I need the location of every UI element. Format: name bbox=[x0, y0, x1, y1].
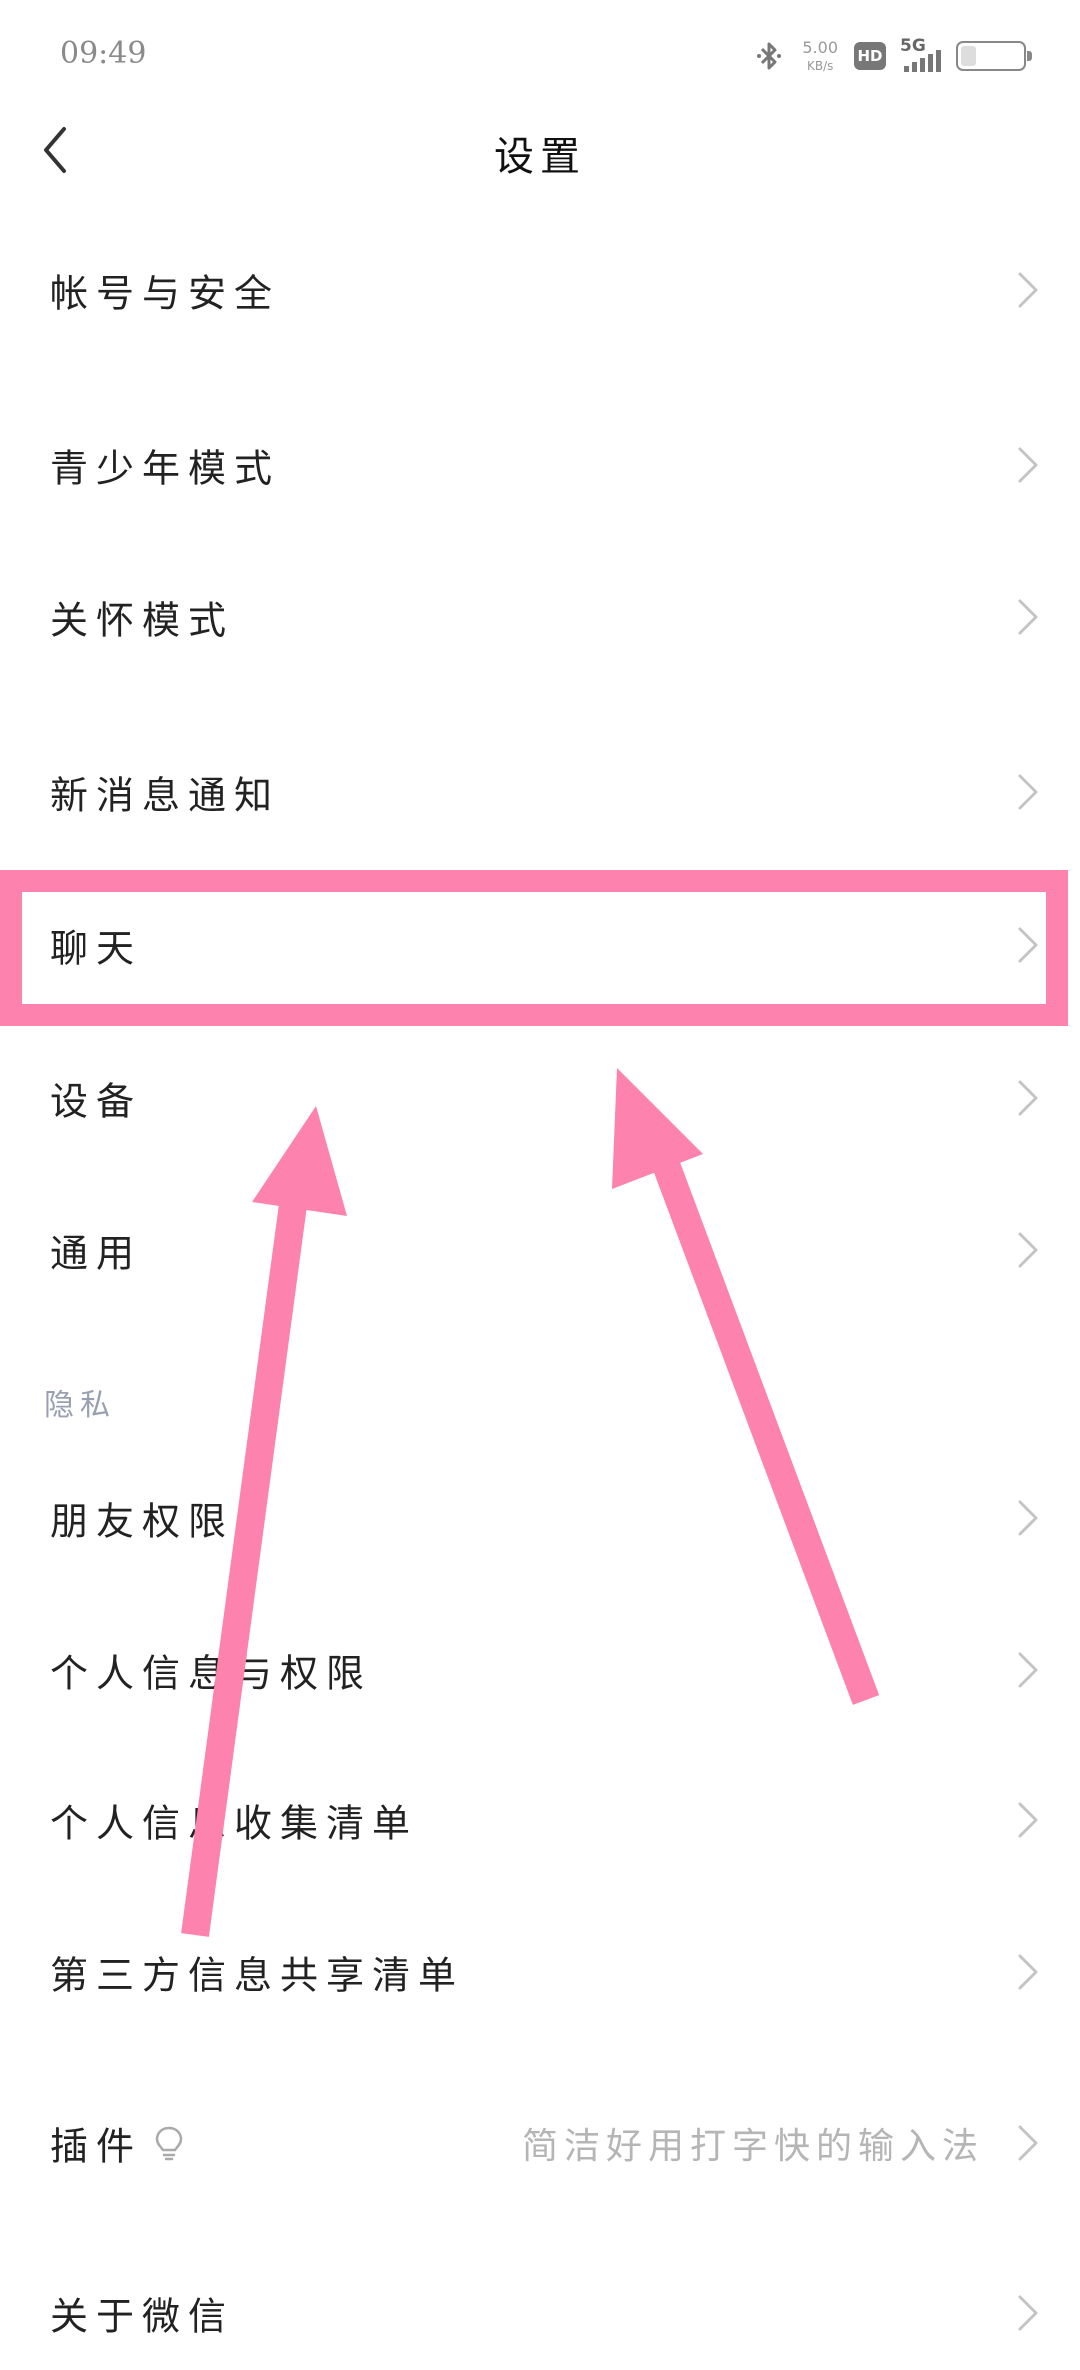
battery-icon bbox=[956, 41, 1032, 71]
chevron-right-icon bbox=[1018, 1802, 1038, 1838]
lightbulb-icon bbox=[155, 2126, 183, 2161]
settings-item-chat[interactable]: 聊天 bbox=[0, 895, 1080, 995]
settings-item-label: 青少年模式 bbox=[50, 446, 281, 491]
chevron-right-icon bbox=[1018, 2295, 1038, 2331]
section-header-privacy: 隐私 bbox=[44, 1388, 116, 1423]
arrow-right bbox=[612, 1068, 880, 1705]
settings-item-label: 新消息通知 bbox=[50, 773, 281, 818]
settings-item-label: 插件 bbox=[50, 2124, 143, 2169]
status-icons: 5.00 KB/s HD 5G bbox=[738, 36, 1032, 76]
chevron-right-icon bbox=[1018, 927, 1038, 963]
chevron-right-icon bbox=[1018, 272, 1038, 308]
chevron-right-icon bbox=[1018, 599, 1038, 635]
settings-item-label: 帐号与安全 bbox=[50, 271, 281, 316]
nav-bar: 设置 bbox=[0, 110, 1080, 190]
settings-item-label: 通用 bbox=[50, 1231, 143, 1276]
chevron-right-icon bbox=[1018, 1652, 1038, 1688]
settings-item-label: 关怀模式 bbox=[50, 598, 235, 643]
battery-level bbox=[961, 46, 976, 66]
settings-item-plugins[interactable]: 插件 简洁好用打字快的输入法 bbox=[0, 2093, 1080, 2193]
chevron-right-icon bbox=[1018, 447, 1038, 483]
settings-item-personal-info-permissions[interactable]: 个人信息与权限 bbox=[0, 1620, 1080, 1720]
chevron-right-icon bbox=[1018, 1500, 1038, 1536]
settings-item-label: 关于微信 bbox=[50, 2294, 235, 2339]
bluetooth-icon bbox=[757, 42, 782, 70]
signal-5g-icon: 5G bbox=[900, 36, 946, 74]
settings-item-about[interactable]: 关于微信 bbox=[0, 2263, 1080, 2363]
settings-item-label: 设备 bbox=[50, 1079, 143, 1124]
network-speed-unit: KB/s bbox=[806, 59, 834, 73]
settings-item-label: 个人信息收集清单 bbox=[50, 1801, 419, 1846]
status-time: 09:49 bbox=[60, 36, 147, 71]
settings-item-third-party-list[interactable]: 第三方信息共享清单 bbox=[0, 1922, 1080, 2022]
hd-icon: HD bbox=[854, 42, 886, 70]
settings-item-label: 第三方信息共享清单 bbox=[50, 1953, 465, 1998]
settings-item-devices[interactable]: 设备 bbox=[0, 1048, 1080, 1148]
settings-item-label: 朋友权限 bbox=[50, 1499, 235, 1544]
chevron-right-icon bbox=[1018, 1954, 1038, 1990]
page-title: 设置 bbox=[494, 134, 586, 180]
settings-item-label: 聊天 bbox=[50, 926, 143, 971]
settings-item-account-security[interactable]: 帐号与安全 bbox=[0, 240, 1080, 340]
status-bar: 09:49 5.00 KB/s HD 5G bbox=[0, 0, 1080, 110]
network-speed-value: 5.00 bbox=[802, 38, 838, 57]
chevron-right-icon bbox=[1018, 1232, 1038, 1268]
plugins-value: 简洁好用打字快的输入法 bbox=[521, 2126, 984, 2167]
chevron-right-icon bbox=[1018, 2125, 1038, 2161]
settings-item-general[interactable]: 通用 bbox=[0, 1200, 1080, 1300]
settings-item-youth-mode[interactable]: 青少年模式 bbox=[0, 415, 1080, 515]
settings-item-label: 个人信息与权限 bbox=[50, 1651, 373, 1696]
settings-item-care-mode[interactable]: 关怀模式 bbox=[0, 567, 1080, 667]
chevron-right-icon bbox=[1018, 1080, 1038, 1116]
chevron-right-icon bbox=[1018, 774, 1038, 810]
settings-item-notifications[interactable]: 新消息通知 bbox=[0, 742, 1080, 842]
settings-item-personal-info-list[interactable]: 个人信息收集清单 bbox=[0, 1770, 1080, 1870]
settings-item-friend-permissions[interactable]: 朋友权限 bbox=[0, 1468, 1080, 1568]
network-speed: 5.00 KB/s bbox=[802, 38, 838, 73]
